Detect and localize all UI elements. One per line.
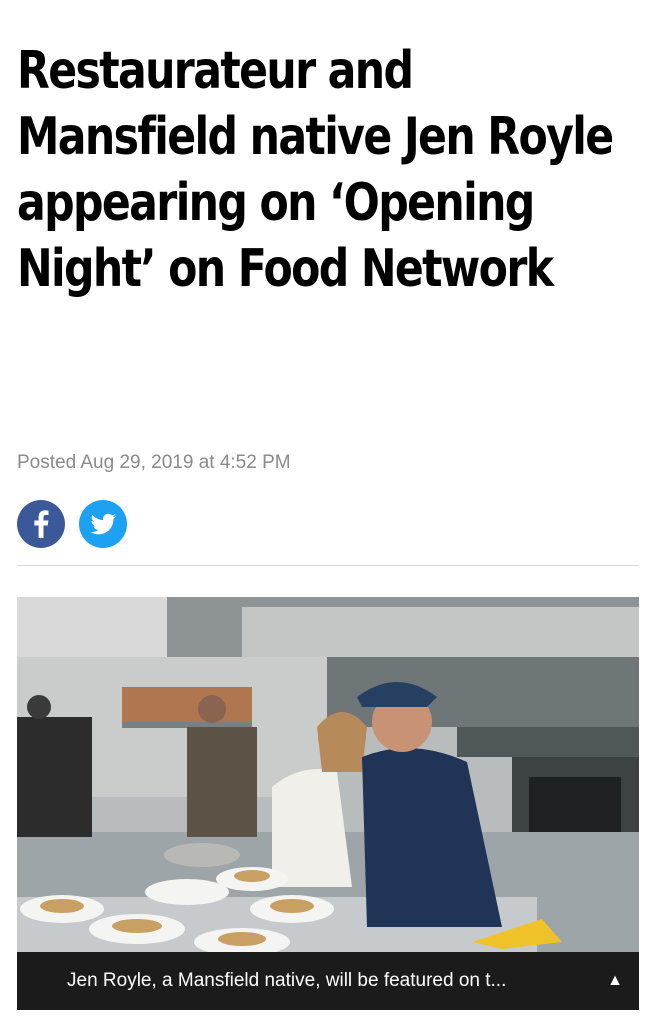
twitter-share-button[interactable]	[79, 500, 127, 548]
facebook-icon	[34, 510, 49, 538]
photo-caption-bar[interactable]: Jen Royle, a Mansfield native, will be f…	[17, 952, 639, 1010]
divider	[17, 565, 639, 566]
facebook-share-button[interactable]	[17, 500, 65, 548]
article-photo[interactable]: Jen Royle, a Mansfield native, will be f…	[17, 597, 639, 1010]
twitter-icon	[90, 513, 116, 535]
caption-expand-icon[interactable]: ▲	[607, 972, 623, 990]
photo-caption: Jen Royle, a Mansfield native, will be f…	[67, 970, 507, 991]
share-buttons	[17, 500, 127, 548]
article-byline: Posted Aug 29, 2019 at 4:52 PM	[17, 452, 291, 473]
article-headline: Restaurateur and Mansfield native Jen Ro…	[17, 41, 614, 299]
kitchen-photo	[17, 597, 639, 1010]
